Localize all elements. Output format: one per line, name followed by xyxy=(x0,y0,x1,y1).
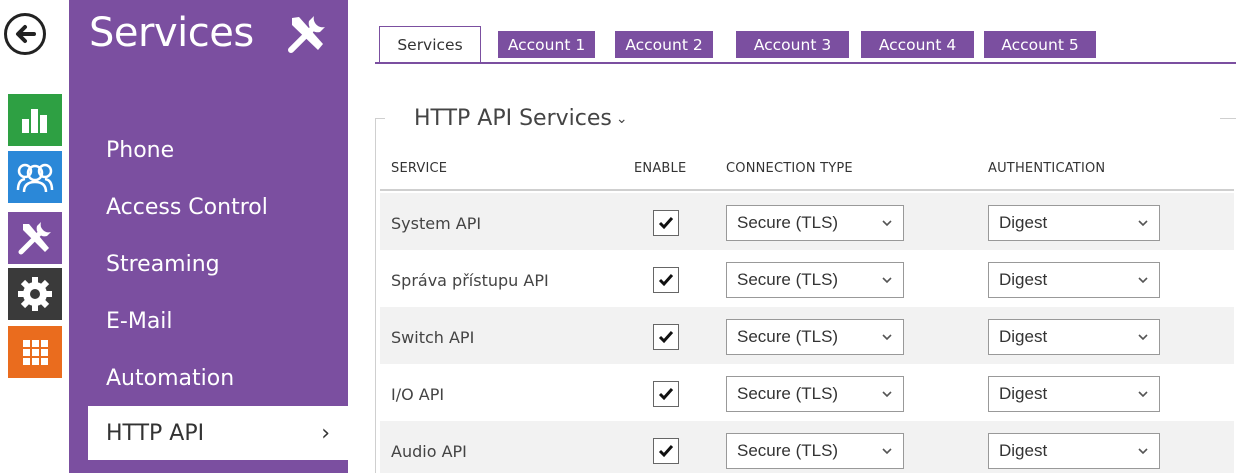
checkmark-icon xyxy=(658,331,674,344)
menu-item-streaming[interactable]: Streaming xyxy=(106,252,220,277)
connection-type-value: Secure (TLS) xyxy=(737,213,839,232)
connection-type-select[interactable]: Secure (TLS) xyxy=(726,205,904,241)
table-row: Switch API Secure (TLS) Digest xyxy=(380,307,1234,364)
authentication-select[interactable]: Digest xyxy=(988,319,1160,355)
enable-checkbox[interactable] xyxy=(653,210,679,236)
menu-item-phone[interactable]: Phone xyxy=(106,138,174,163)
apps-nav-button[interactable] xyxy=(8,326,62,378)
connection-type-value: Secure (TLS) xyxy=(737,327,839,346)
menu-item-http-api[interactable]: HTTP API › xyxy=(88,406,348,460)
authentication-select[interactable]: Digest xyxy=(988,433,1160,469)
menu-item-email[interactable]: E-Mail xyxy=(106,309,173,334)
service-name: System API xyxy=(391,214,482,233)
section-title[interactable]: HTTP API Services ⌄ xyxy=(414,106,634,131)
column-header-enable: ENABLE xyxy=(634,161,687,176)
services-menu-panel: Services Phone Access Control Streaming … xyxy=(69,0,348,473)
table-row: I/O API Secure (TLS) Digest xyxy=(380,364,1234,421)
connection-type-select[interactable]: Secure (TLS) xyxy=(726,433,904,469)
chevron-down-icon xyxy=(882,391,892,398)
chevron-down-icon xyxy=(882,220,892,227)
service-name: Správa přístupu API xyxy=(391,271,549,290)
column-header-authentication: AUTHENTICATION xyxy=(988,161,1106,176)
table-row: Správa přístupu API Secure (TLS) Digest xyxy=(380,250,1234,307)
service-name: Switch API xyxy=(391,328,475,347)
checkmark-icon xyxy=(658,217,674,230)
table-header-divider xyxy=(380,189,1234,191)
chevron-right-icon: › xyxy=(321,420,330,446)
table-row: System API Secure (TLS) Digest xyxy=(380,193,1234,250)
tab-account-4[interactable]: Account 4 xyxy=(861,31,974,58)
authentication-value: Digest xyxy=(999,213,1048,232)
enable-checkbox[interactable] xyxy=(653,324,679,350)
chevron-down-icon xyxy=(882,277,892,284)
services-nav-button[interactable] xyxy=(8,212,62,264)
checkmark-icon xyxy=(658,388,674,401)
tab-services[interactable]: Services xyxy=(379,26,481,63)
checkmark-icon xyxy=(658,445,674,458)
service-name: I/O API xyxy=(391,385,445,404)
section-frame-edge xyxy=(1220,118,1236,119)
tab-account-3[interactable]: Account 3 xyxy=(736,31,849,58)
menu-item-access-control[interactable]: Access Control xyxy=(106,195,268,220)
tools-icon xyxy=(288,16,325,53)
service-name: Audio API xyxy=(391,442,467,461)
back-button[interactable] xyxy=(4,13,46,55)
back-arrow-icon xyxy=(16,25,36,43)
authentication-select[interactable]: Digest xyxy=(988,376,1160,412)
chevron-down-icon xyxy=(882,334,892,341)
chevron-down-icon xyxy=(1138,334,1148,341)
enable-checkbox[interactable] xyxy=(653,438,679,464)
authentication-select[interactable]: Digest xyxy=(988,205,1160,241)
chevron-down-icon xyxy=(1138,220,1148,227)
connection-type-select[interactable]: Secure (TLS) xyxy=(726,262,904,298)
menu-item-automation[interactable]: Automation xyxy=(106,366,234,391)
connection-type-select[interactable]: Secure (TLS) xyxy=(726,376,904,412)
tab-account-2[interactable]: Account 2 xyxy=(615,31,713,58)
column-header-service: SERVICE xyxy=(391,161,448,176)
chevron-down-icon xyxy=(1138,277,1148,284)
tab-account-5[interactable]: Account 5 xyxy=(984,31,1096,58)
menu-item-label: HTTP API xyxy=(106,420,205,446)
grid-icon xyxy=(23,340,48,365)
enable-checkbox[interactable] xyxy=(653,381,679,407)
enable-checkbox[interactable] xyxy=(653,267,679,293)
chevron-down-icon xyxy=(882,448,892,455)
section-title-text: HTTP API Services xyxy=(414,106,612,131)
directory-nav-button[interactable] xyxy=(8,151,62,203)
authentication-value: Digest xyxy=(999,441,1048,460)
connection-type-value: Secure (TLS) xyxy=(737,441,839,460)
users-icon xyxy=(16,163,54,193)
chevron-down-icon xyxy=(1138,448,1148,455)
chevron-down-icon xyxy=(1138,391,1148,398)
settings-nav-button[interactable] xyxy=(8,268,62,320)
tools-icon xyxy=(18,222,51,255)
connection-type-value: Secure (TLS) xyxy=(737,384,839,403)
tabs-divider xyxy=(375,62,1236,64)
authentication-select[interactable]: Digest xyxy=(988,262,1160,298)
chevron-down-icon: ⌄ xyxy=(615,111,628,127)
gear-icon xyxy=(18,277,52,311)
authentication-value: Digest xyxy=(999,327,1048,346)
bar-chart-icon xyxy=(22,109,47,133)
tab-account-1[interactable]: Account 1 xyxy=(498,31,595,58)
checkmark-icon xyxy=(658,274,674,287)
connection-type-value: Secure (TLS) xyxy=(737,270,839,289)
connection-type-select[interactable]: Secure (TLS) xyxy=(726,319,904,355)
table-row: Audio API Secure (TLS) Digest xyxy=(380,421,1234,473)
authentication-value: Digest xyxy=(999,270,1048,289)
status-nav-button[interactable] xyxy=(8,94,62,146)
menu-title: Services xyxy=(89,10,254,56)
authentication-value: Digest xyxy=(999,384,1048,403)
column-header-connection-type: CONNECTION TYPE xyxy=(726,161,853,176)
